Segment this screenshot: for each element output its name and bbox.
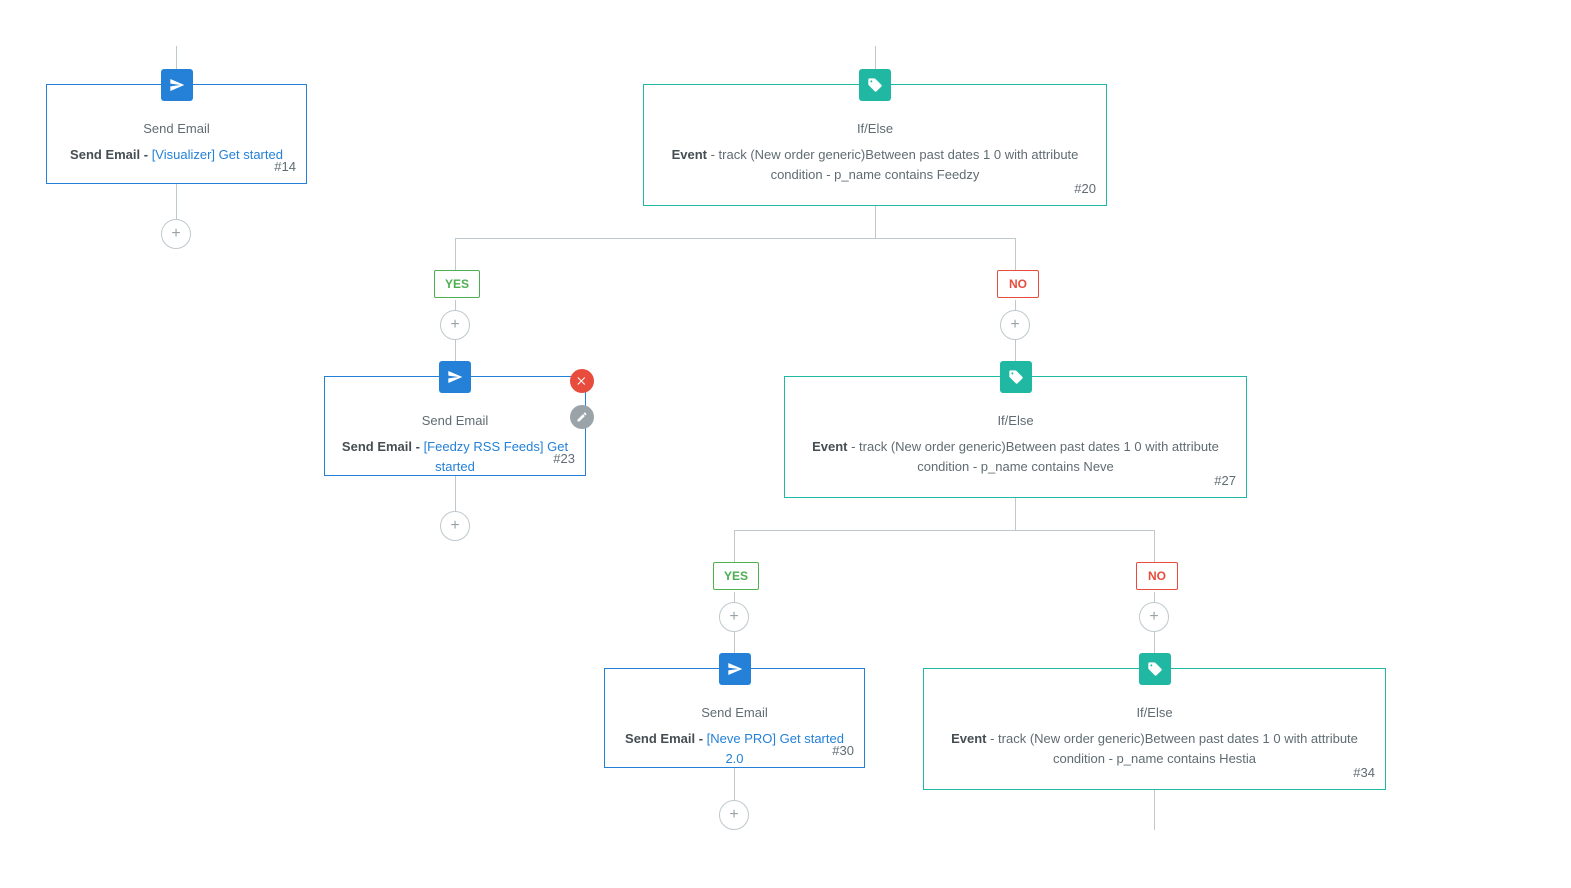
node-id: #27 — [1214, 471, 1236, 491]
workflow-node-send-email-14[interactable]: Send Email Send Email - [Visualizer] Get… — [46, 84, 307, 184]
workflow-node-send-email-30[interactable]: Send Email Send Email - [Neve PRO] Get s… — [604, 668, 865, 768]
branch-yes-text: YES — [724, 569, 748, 583]
node-body-prefix: Event — [812, 439, 847, 454]
node-id: #30 — [832, 741, 854, 761]
node-body-rest: - track (New order generic)Between past … — [987, 731, 1358, 766]
plus-icon: + — [729, 807, 738, 823]
node-title: Send Email — [61, 119, 292, 139]
node-body-prefix: Send Email - — [625, 731, 707, 746]
plus-icon: + — [171, 226, 180, 242]
connector — [734, 530, 1154, 531]
send-icon — [719, 653, 751, 685]
node-body-rest: - track (New order generic)Between past … — [848, 439, 1219, 474]
node-body-link[interactable]: [Feedzy RSS Feeds] Get started — [424, 439, 569, 474]
branch-no-text: NO — [1009, 277, 1027, 291]
branch-yes-text: YES — [445, 277, 469, 291]
connector — [176, 184, 177, 219]
node-id: #34 — [1353, 763, 1375, 783]
plus-icon: + — [1010, 317, 1019, 333]
workflow-node-condition-27[interactable]: If/Else Event - track (New order generic… — [784, 376, 1247, 498]
connector — [455, 238, 1015, 239]
connector — [455, 238, 456, 270]
node-title: If/Else — [658, 119, 1092, 139]
add-step-button[interactable]: + — [1000, 310, 1030, 340]
node-id: #20 — [1074, 179, 1096, 199]
tag-icon — [1139, 653, 1171, 685]
node-title: If/Else — [938, 703, 1371, 723]
connector — [1154, 530, 1155, 562]
connector — [455, 300, 456, 310]
node-title: Send Email — [619, 703, 850, 723]
workflow-canvas: Send Email Send Email - [Visualizer] Get… — [0, 0, 1571, 888]
node-body-prefix: Event — [672, 147, 707, 162]
plus-icon: + — [1149, 609, 1158, 625]
send-icon — [439, 361, 471, 393]
branch-no-label: NO — [997, 270, 1039, 298]
connector — [1015, 238, 1016, 270]
branch-yes-label: YES — [713, 562, 759, 590]
connector — [734, 530, 735, 562]
node-body-rest: - track (New order generic)Between past … — [707, 147, 1078, 182]
node-body-prefix: Event — [951, 731, 986, 746]
close-icon — [576, 375, 588, 387]
workflow-node-condition-20[interactable]: If/Else Event - track (New order generic… — [643, 84, 1107, 206]
node-body-prefix: Send Email - — [342, 439, 424, 454]
node-id: #14 — [274, 157, 296, 177]
connector — [1015, 300, 1016, 310]
pencil-icon — [576, 411, 588, 423]
delete-node-button[interactable] — [570, 369, 594, 393]
connector — [875, 206, 876, 238]
connector — [1015, 498, 1016, 530]
plus-icon: + — [450, 518, 459, 534]
node-body-link[interactable]: [Neve PRO] Get started 2.0 — [707, 731, 844, 766]
add-step-button[interactable]: + — [1139, 602, 1169, 632]
add-step-button[interactable]: + — [161, 219, 191, 249]
node-title: Send Email — [339, 411, 571, 431]
tag-icon — [859, 69, 891, 101]
branch-no-text: NO — [1148, 569, 1166, 583]
connector — [734, 592, 735, 602]
branch-no-label: NO — [1136, 562, 1178, 590]
node-body: Event - track (New order generic)Between… — [658, 145, 1092, 185]
node-id: #23 — [553, 449, 575, 469]
connector — [1154, 592, 1155, 602]
plus-icon: + — [729, 609, 738, 625]
node-body: Send Email - [Neve PRO] Get started 2.0 — [619, 729, 850, 769]
node-body-link[interactable]: [Visualizer] Get started — [152, 147, 283, 162]
add-step-button[interactable]: + — [719, 602, 749, 632]
send-icon — [161, 69, 193, 101]
add-step-button[interactable]: + — [719, 800, 749, 830]
node-body: Send Email - [Visualizer] Get started — [61, 145, 292, 165]
add-step-button[interactable]: + — [440, 511, 470, 541]
connector — [734, 768, 735, 800]
node-body: Event - track (New order generic)Between… — [938, 729, 1371, 769]
connector — [1154, 790, 1155, 830]
plus-icon: + — [450, 317, 459, 333]
node-body: Send Email - [Feedzy RSS Feeds] Get star… — [339, 437, 571, 477]
add-step-button[interactable]: + — [440, 310, 470, 340]
branch-yes-label: YES — [434, 270, 480, 298]
node-body: Event - track (New order generic)Between… — [799, 437, 1232, 477]
connector — [455, 476, 456, 511]
node-body-prefix: Send Email - — [70, 147, 152, 162]
edit-node-button[interactable] — [570, 405, 594, 429]
node-title: If/Else — [799, 411, 1232, 431]
workflow-node-condition-34[interactable]: If/Else Event - track (New order generic… — [923, 668, 1386, 790]
workflow-node-send-email-23[interactable]: Send Email Send Email - [Feedzy RSS Feed… — [324, 376, 586, 476]
tag-icon — [1000, 361, 1032, 393]
